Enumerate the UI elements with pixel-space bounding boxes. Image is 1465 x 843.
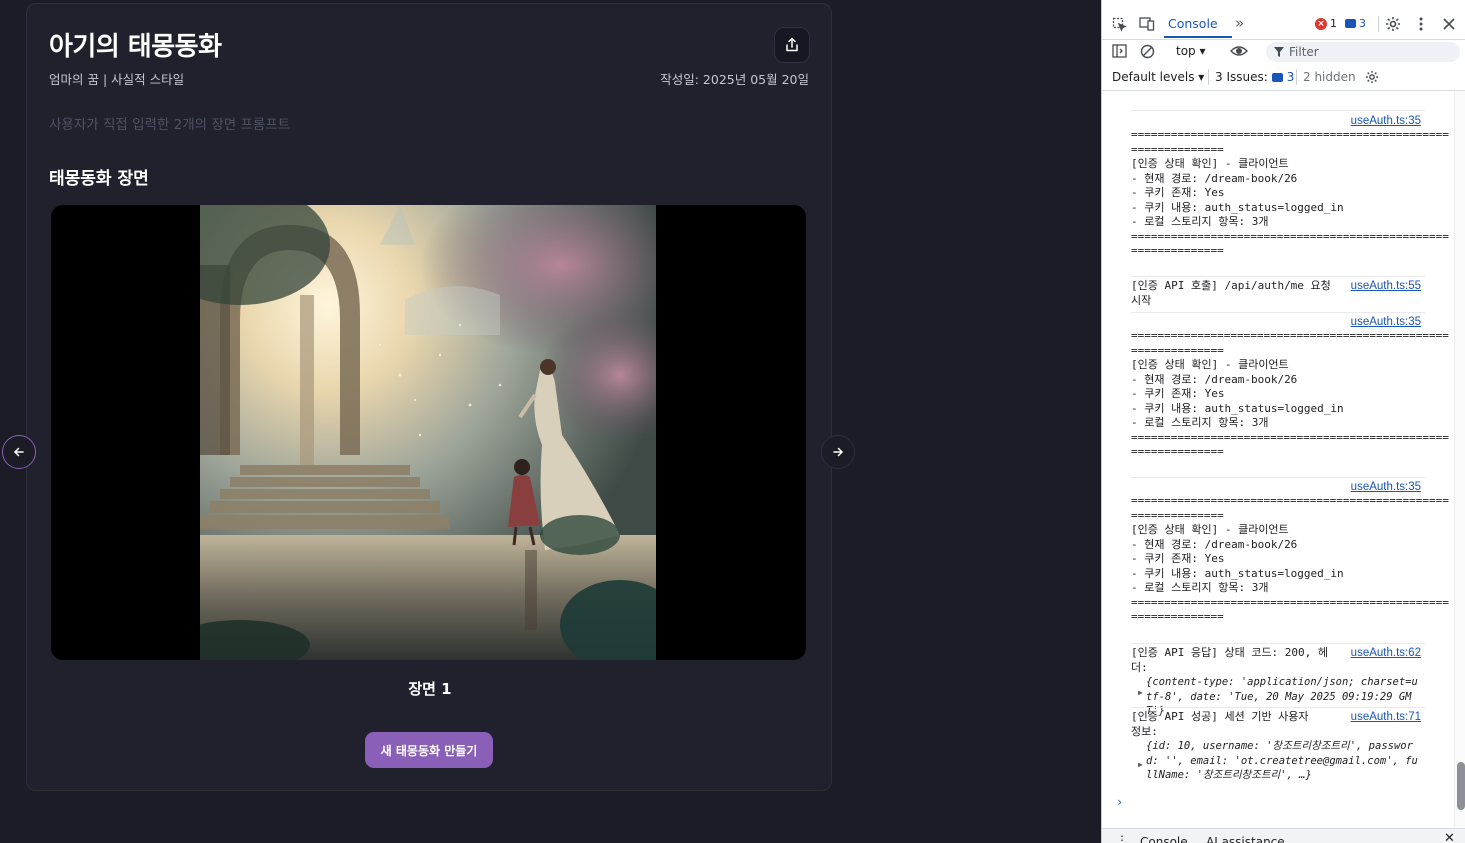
kebab-menu-icon: [1419, 17, 1423, 31]
prev-scene-button[interactable]: [2, 435, 36, 469]
log-divider: [1131, 707, 1425, 708]
issues-count: 3: [1286, 70, 1295, 84]
error-count: 1: [1330, 17, 1337, 30]
inspect-element-button[interactable]: [1110, 16, 1128, 32]
arrow-left-icon: [14, 447, 24, 457]
log-source-link[interactable]: useAuth.ts:35: [1351, 480, 1421, 495]
console-settings-button[interactable]: [1364, 69, 1380, 85]
message-count: 3: [1359, 17, 1366, 30]
error-counter[interactable]: × 1: [1315, 17, 1337, 30]
log-entry: [인증 API 성공] 세션 기반 사용자 정보:: [1131, 710, 1309, 738]
log-source-link[interactable]: useAuth.ts:35: [1351, 315, 1421, 330]
log-entry: [인증 API 호출] /api/auth/me 요청 시작: [1131, 279, 1331, 307]
expand-triangle-icon[interactable]: ▶: [1138, 686, 1143, 701]
scene-image-frame: [51, 205, 806, 660]
story-description: 사용자가 직접 입력한 2개의 장면 프롬프트: [49, 117, 291, 133]
devtools-panel: Console » × 1 3 top ▾ Filter Default lev…: [1101, 0, 1465, 843]
tab-console[interactable]: Console: [1168, 16, 1218, 31]
sidebar-icon: [1111, 44, 1127, 58]
log-entry: ========================================…: [1131, 128, 1449, 257]
gear-icon: [1365, 70, 1379, 84]
levels-divider: [1208, 69, 1209, 85]
issues-divider: [1296, 69, 1297, 85]
error-icon: ×: [1315, 17, 1327, 30]
expand-triangle-icon[interactable]: ▶: [1138, 758, 1143, 773]
eye-icon: [1230, 46, 1248, 56]
toolbar-divider: [1378, 16, 1379, 32]
settings-button[interactable]: [1384, 15, 1402, 33]
console-filter-input[interactable]: Filter: [1266, 42, 1460, 62]
scene-image: [200, 205, 656, 660]
console-prompt[interactable]: ›: [1116, 795, 1123, 810]
filter-icon: [1274, 47, 1284, 57]
log-entry: [인증 API 응답] 상태 코드: 200, 헤 더:: [1131, 646, 1329, 674]
log-divider: [1131, 110, 1425, 111]
issues-button[interactable]: 3 Issues: 3: [1215, 70, 1294, 84]
context-selector[interactable]: top ▾: [1176, 44, 1206, 58]
issues-label: 3 Issues:: [1215, 70, 1268, 84]
issue-message-icon: [1271, 72, 1283, 82]
drawer-menu-icon[interactable]: ⋮: [1116, 833, 1128, 843]
gear-icon: [1386, 17, 1400, 31]
more-options-button[interactable]: [1412, 15, 1430, 33]
console-output: useAuth.ts:35 ==========================…: [1102, 92, 1454, 827]
device-toolbar-button[interactable]: [1138, 16, 1156, 32]
scene-caption: 장면 1: [408, 680, 452, 698]
log-divider: [1131, 643, 1425, 644]
log-entry: ========================================…: [1131, 329, 1449, 458]
close-drawer-icon[interactable]: ✕: [1444, 831, 1455, 843]
device-toggle-icon: [1139, 17, 1155, 31]
log-levels-dropdown[interactable]: Default levels ▾: [1112, 70, 1204, 84]
log-divider: [1131, 276, 1425, 277]
next-scene-button[interactable]: [821, 435, 855, 469]
page-title: 아기의 태몽동화: [49, 32, 222, 62]
arrow-right-icon: [833, 447, 843, 457]
created-date: 작성일: 2025년 05월 20일: [660, 72, 809, 87]
message-icon: [1345, 19, 1356, 28]
story-card: 아기의 태몽동화 엄마의 꿈 | 사실적 스타일 작성일: 2025년 05월 …: [26, 3, 832, 791]
log-entry: ========================================…: [1131, 494, 1449, 623]
app-viewport: 아기의 태몽동화 엄마의 꿈 | 사실적 스타일 작성일: 2025년 05월 …: [0, 0, 1101, 843]
sidebar-toggle-button[interactable]: [1110, 43, 1128, 59]
active-tab-indicator: [1164, 36, 1232, 38]
message-counter[interactable]: 3: [1345, 17, 1366, 30]
clear-console-button[interactable]: [1138, 43, 1156, 59]
inspect-icon: [1112, 17, 1127, 32]
hidden-count: 2 hidden: [1303, 70, 1356, 84]
log-divider: [1131, 477, 1425, 478]
devtools-tabbar: [1102, 10, 1465, 40]
console-scrollbar[interactable]: [1454, 92, 1465, 827]
new-story-button[interactable]: 새 태몽동화 만들기: [365, 732, 493, 768]
drawer-tabbar: ⋮ Console AI assistance ✕: [1102, 828, 1465, 843]
log-source-link[interactable]: useAuth.ts:35: [1351, 114, 1421, 129]
share-icon: [786, 37, 798, 52]
user-object[interactable]: {id: 10, username: '창조트리창조트리', password:…: [1146, 739, 1424, 783]
scrollbar-thumb[interactable]: [1457, 762, 1465, 810]
share-button[interactable]: [774, 27, 810, 63]
more-tabs-button[interactable]: »: [1235, 14, 1244, 32]
log-divider: [1131, 312, 1425, 313]
drawer-tab-ai-assistance[interactable]: AI assistance: [1206, 835, 1285, 843]
section-title: 태몽동화 장면: [49, 169, 149, 189]
clear-icon: [1140, 44, 1154, 58]
close-icon: [1443, 18, 1455, 30]
live-expression-button[interactable]: [1228, 43, 1250, 59]
close-devtools-button[interactable]: [1440, 15, 1458, 33]
filter-placeholder: Filter: [1289, 45, 1319, 59]
drawer-tab-console[interactable]: Console: [1140, 835, 1188, 843]
story-meta: 엄마의 꿈 | 사실적 스타일: [49, 72, 185, 87]
